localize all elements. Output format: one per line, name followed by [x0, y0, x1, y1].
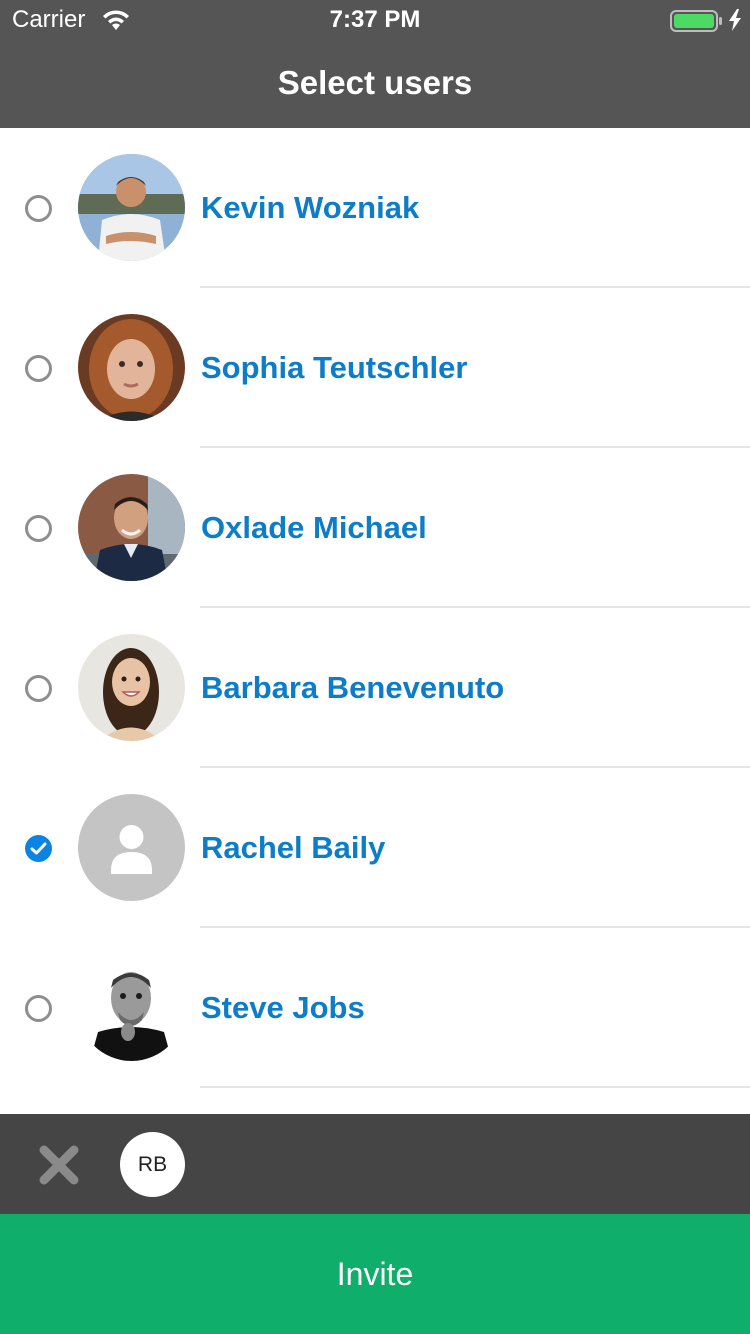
- checkmark-icon: [30, 842, 47, 855]
- radio-button[interactable]: [25, 515, 52, 542]
- radio-button[interactable]: [25, 195, 52, 222]
- row-divider: [200, 1086, 750, 1088]
- navigation-bar: Select users: [0, 40, 750, 128]
- select-users-screen: Carrier 7:37 PM Select users Kevin Wozni…: [0, 0, 750, 1334]
- battery-icon: [670, 10, 722, 32]
- close-icon[interactable]: [36, 1142, 82, 1188]
- user-name[interactable]: Steve Jobs: [201, 988, 365, 1028]
- avatar-barbara-benevenuto: [78, 634, 185, 741]
- avatar-placeholder: [78, 794, 185, 901]
- radio-button-checked[interactable]: [25, 835, 52, 862]
- user-row-steve-jobs[interactable]: Steve Jobs: [0, 928, 750, 1088]
- selected-user-chip[interactable]: RB: [120, 1132, 185, 1197]
- selection-bar: RB: [0, 1114, 750, 1214]
- radio-button[interactable]: [25, 355, 52, 382]
- user-name[interactable]: Rachel Baily: [201, 828, 385, 868]
- user-name[interactable]: Oxlade Michael: [201, 508, 427, 548]
- user-list: Kevin Wozniak Sophia Teutschler Oxlade M…: [0, 128, 750, 1114]
- page-title: Select users: [277, 64, 473, 101]
- avatar-kevin-wozniak: [78, 154, 185, 261]
- invite-button[interactable]: Invite: [0, 1214, 750, 1334]
- radio-button[interactable]: [25, 675, 52, 702]
- user-name[interactable]: Sophia Teutschler: [201, 348, 467, 388]
- user-row-barbara-benevenuto[interactable]: Barbara Benevenuto: [0, 608, 750, 768]
- user-name[interactable]: Barbara Benevenuto: [201, 668, 504, 708]
- user-row-rachel-baily[interactable]: Rachel Baily: [0, 768, 750, 928]
- status-time: 7:37 PM: [329, 6, 421, 33]
- user-row-oxlade-michael[interactable]: Oxlade Michael: [0, 448, 750, 608]
- person-placeholder-icon: [78, 794, 185, 901]
- avatar-oxlade-michael: [78, 474, 185, 581]
- status-bar: Carrier 7:37 PM: [0, 0, 750, 40]
- user-name[interactable]: Kevin Wozniak: [201, 188, 419, 228]
- user-row-kevin-wozniak[interactable]: Kevin Wozniak: [0, 128, 750, 288]
- radio-button[interactable]: [25, 995, 52, 1022]
- user-row-sophia-teutschler[interactable]: Sophia Teutschler: [0, 288, 750, 448]
- avatar-steve-jobs: [78, 954, 185, 1061]
- avatar-sophia-teutschler: [78, 314, 185, 421]
- charging-bolt-icon: [729, 9, 741, 31]
